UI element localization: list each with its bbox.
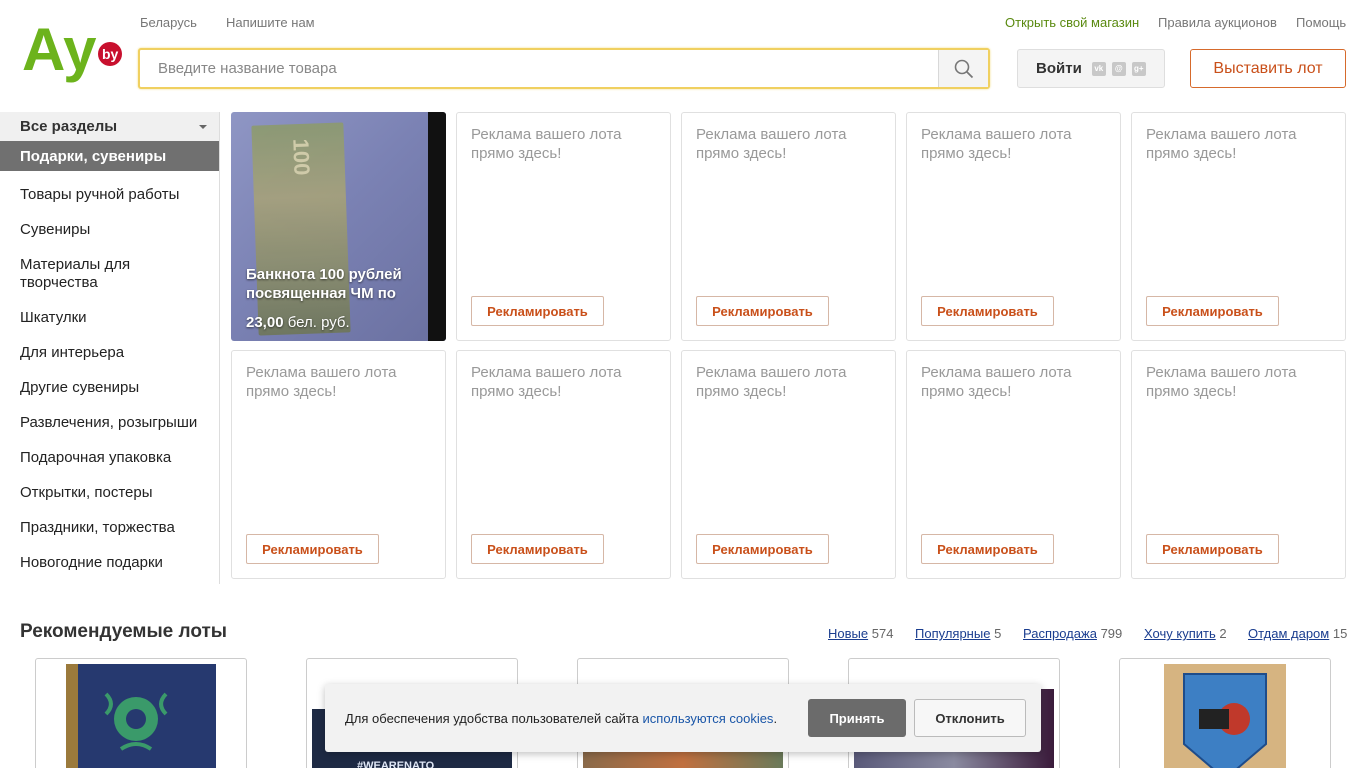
sidebar-item-handmade[interactable]: Товары ручной работы [0, 186, 200, 204]
advertise-button[interactable]: Рекламировать [1146, 534, 1279, 564]
ad-tile: Реклама вашего лота прямо здесь! Реклами… [906, 350, 1121, 579]
ad-text: Реклама вашего лота прямо здесь! [696, 126, 847, 162]
country-link[interactable]: Беларусь [140, 15, 197, 30]
ad-text: Реклама вашего лота прямо здесь! [471, 126, 622, 162]
vk-icon[interactable]: vk [1091, 61, 1106, 76]
advertise-button[interactable]: Рекламировать [921, 296, 1054, 326]
tab-sale[interactable]: Распродажа 799 [1023, 626, 1122, 641]
ad-tile: Реклама вашего лота прямо здесь! Реклами… [1131, 112, 1346, 341]
search-box [138, 48, 990, 89]
recommended-lot[interactable] [35, 658, 247, 768]
contact-link[interactable]: Напишите нам [226, 15, 315, 30]
ad-text: Реклама вашего лота прямо здесь! [471, 364, 622, 400]
accept-cookies-button[interactable]: Принять [808, 699, 906, 737]
logo-text: Ay [22, 18, 97, 83]
category-sidebar: Все разделы Подарки, сувениры Товары руч… [0, 112, 220, 584]
cookie-banner: Для обеспечения удобства пользователей с… [325, 684, 1041, 752]
lot-image [1164, 664, 1286, 768]
search-icon [954, 59, 973, 78]
search-button[interactable] [938, 50, 988, 87]
chevron-down-icon [199, 125, 207, 129]
ad-text: Реклама вашего лота прямо здесь! [1146, 364, 1297, 400]
sidebar-item-gift-wrap[interactable]: Подарочная упаковка [0, 449, 200, 467]
ad-text: Реклама вашего лота прямо здесь! [921, 126, 1072, 162]
ad-text: Реклама вашего лота прямо здесь! [246, 364, 397, 400]
ad-tile: Реклама вашего лота прямо здесь! Реклами… [231, 350, 446, 579]
help-link[interactable]: Помощь [1296, 15, 1346, 30]
sidebar-item-boxes[interactable]: Шкатулки [0, 309, 200, 327]
tab-new[interactable]: Новые 574 [828, 626, 893, 641]
ad-tile: Реклама вашего лота прямо здесь! Реклами… [681, 112, 896, 341]
sidebar-item-souvenirs[interactable]: Сувениры [0, 221, 200, 239]
all-sections-dropdown[interactable]: Все разделы [0, 112, 219, 141]
login-button[interactable]: Войти vk @ g+ [1017, 49, 1165, 88]
advertise-button[interactable]: Рекламировать [246, 534, 379, 564]
advertise-button[interactable]: Рекламировать [696, 296, 829, 326]
auction-rules-link[interactable]: Правила аукционов [1158, 15, 1277, 30]
ad-text: Реклама вашего лота прямо здесь! [1146, 126, 1297, 162]
ad-tile: Реклама вашего лота прямо здесь! Реклами… [906, 112, 1121, 341]
featured-lot-title: Банкнота 100 рублей посвященная ЧМ по [246, 266, 402, 302]
recommended-lot[interactable] [1119, 658, 1331, 768]
ad-tile: Реклама вашего лота прямо здесь! Реклами… [681, 350, 896, 579]
tab-give-away[interactable]: Отдам даром 15 [1248, 626, 1347, 641]
ad-text: Реклама вашего лота прямо здесь! [696, 364, 847, 400]
sidebar-item-postcards[interactable]: Открытки, постеры [0, 484, 200, 502]
cookies-link[interactable]: используются cookies [643, 711, 774, 726]
advertise-button[interactable]: Рекламировать [471, 534, 604, 564]
cookie-message: Для обеспечения удобства пользователей с… [345, 711, 778, 726]
search-input[interactable] [140, 50, 938, 87]
ad-tile: Реклама вашего лота прямо здесь! Реклами… [456, 112, 671, 341]
sell-lot-button[interactable]: Выставить лот [1190, 49, 1346, 88]
featured-lot-price: 23,00 бел. руб. [246, 314, 350, 331]
advertise-button[interactable]: Рекламировать [1146, 296, 1279, 326]
sidebar-item-other-souvenirs[interactable]: Другие сувениры [0, 379, 200, 397]
decline-cookies-button[interactable]: Отклонить [914, 699, 1026, 737]
ad-tile: Реклама вашего лота прямо здесь! Реклами… [456, 350, 671, 579]
sidebar-item-craft-materials[interactable]: Материалы для творчества [0, 256, 200, 292]
google-plus-icon[interactable]: g+ [1131, 61, 1146, 76]
login-label: Войти [1036, 60, 1082, 77]
advertise-button[interactable]: Рекламировать [471, 296, 604, 326]
tab-want-to-buy[interactable]: Хочу купить 2 [1144, 626, 1227, 641]
sidebar-item-new-year-gifts[interactable]: Новогодние подарки [0, 554, 200, 572]
open-shop-link[interactable]: Открыть свой магазин [1005, 15, 1139, 30]
active-category[interactable]: Подарки, сувениры [0, 141, 219, 171]
sidebar-item-entertainment[interactable]: Развлечения, розыгрыши [0, 414, 200, 432]
advertise-button[interactable]: Рекламировать [696, 534, 829, 564]
logo-badge: by [102, 46, 119, 62]
ad-text: Реклама вашего лота прямо здесь! [921, 364, 1072, 400]
svg-text:#WEARENATO: #WEARENATO [357, 760, 435, 768]
site-logo[interactable]: Ay by [22, 16, 124, 84]
advertise-button[interactable]: Рекламировать [921, 534, 1054, 564]
recommended-title: Рекомендуемые лоты [20, 621, 228, 642]
ad-tile: Реклама вашего лота прямо здесь! Реклами… [1131, 350, 1346, 579]
sidebar-item-interior[interactable]: Для интерьера [0, 344, 200, 362]
banknote-image: 100 [251, 122, 351, 336]
lot-image [66, 664, 216, 768]
odnoklassniki-icon[interactable]: @ [1111, 61, 1126, 76]
featured-lot-card[interactable]: 100 Банкнота 100 рублей посвященная ЧМ п… [231, 112, 446, 341]
sidebar-item-holidays[interactable]: Праздники, торжества [0, 519, 200, 537]
tab-popular[interactable]: Популярные 5 [915, 626, 1001, 641]
